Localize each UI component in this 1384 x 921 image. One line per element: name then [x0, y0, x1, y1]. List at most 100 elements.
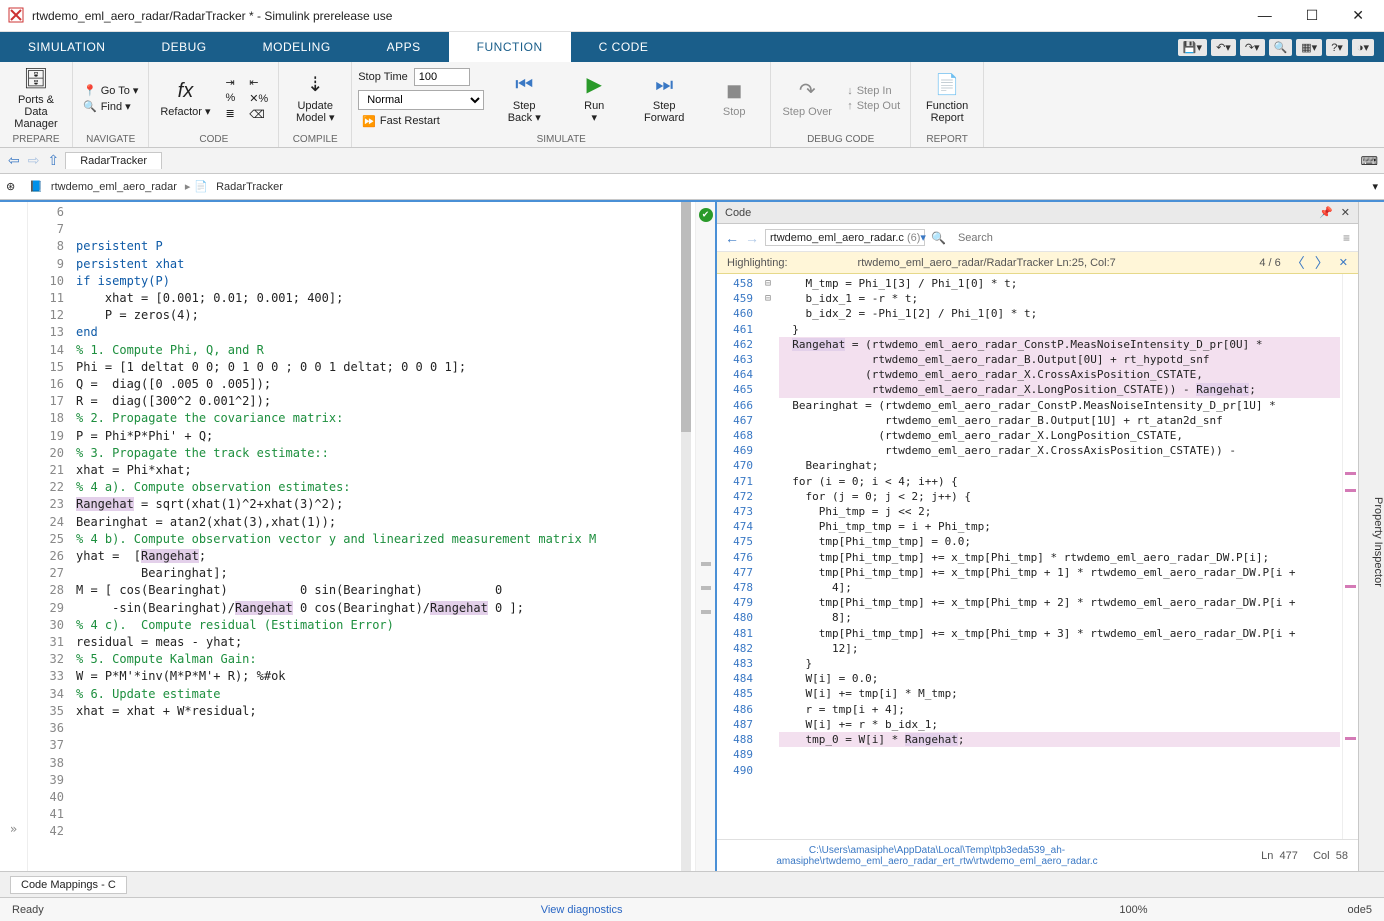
outdent-icon[interactable]: ⇤ [245, 75, 272, 90]
file-path[interactable]: C:\Users\amasiphe\AppData\Local\Temp\tpb… [727, 845, 1147, 867]
group-label: PREPARE [6, 132, 66, 145]
status-bar: Ready View diagnostics 100% ode5 [0, 897, 1384, 921]
uncomment-icon[interactable]: ✕% [245, 91, 272, 106]
dropdown-icon[interactable]: ▾ [1372, 180, 1378, 193]
highlight-path: rtwdemo_eml_aero_radar/RadarTracker Ln:2… [858, 257, 1116, 269]
code-mappings-tab[interactable]: Code Mappings - C [10, 876, 127, 894]
bottom-tab-bar: Code Mappings - C [0, 871, 1384, 897]
group-label: SIMULATE [358, 132, 764, 145]
close-button[interactable]: ✕ [1344, 7, 1372, 24]
prev-match-icon[interactable]: 〈 [1291, 253, 1305, 273]
breadcrumb-leaf[interactable]: RadarTracker [212, 181, 287, 193]
keyboard-icon[interactable]: ⌨ [1361, 154, 1378, 168]
file-picker[interactable]: rtwdemo_eml_aero_radar.c (6) ▾ [765, 229, 925, 246]
pin-icon[interactable]: 📌 [1319, 206, 1333, 219]
help-icon[interactable]: ?▾ [1326, 39, 1348, 56]
clean-icon[interactable]: ⌫ [245, 107, 272, 122]
menu-simulation[interactable]: SIMULATION [0, 32, 133, 62]
function-report-button[interactable]: 📄Function Report [917, 65, 977, 131]
favorites-icon[interactable]: ▦▾ [1296, 39, 1322, 56]
stoptime-input[interactable] [414, 68, 470, 86]
highlight-count: 4 / 6 [1259, 257, 1280, 269]
close-pane-icon[interactable]: ✕ [1341, 206, 1350, 219]
line-gutter: 6789101112131415161718192021222324252627… [28, 202, 72, 871]
model-browser-toggle-icon[interactable]: ⊛ [6, 180, 15, 193]
undo-icon[interactable]: ↶▾ [1211, 39, 1236, 56]
breadcrumb-root[interactable]: rtwdemo_eml_aero_radar [47, 181, 181, 193]
menu-apps[interactable]: APPS [359, 32, 449, 62]
update-model-button[interactable]: ⇣ Update Model ▾ [285, 65, 345, 131]
menu-debug[interactable]: DEBUG [133, 32, 234, 62]
next-match-icon[interactable]: 〉 [1315, 253, 1329, 273]
ports-data-manager-button[interactable]: 🗄 Ports & Data Manager [6, 65, 66, 131]
fast-restart-button[interactable]: ⏩ Fast Restart [358, 114, 484, 129]
menu-icon[interactable]: ≡ [1343, 231, 1350, 245]
code-body[interactable]: persistent Ppersistent xhatif isempty(P)… [72, 202, 695, 871]
file-footer: C:\Users\amasiphe\AppData\Local\Temp\tpb… [717, 839, 1358, 871]
format-icon[interactable]: ≣ [221, 106, 239, 121]
step-out-button[interactable]: ↑ Step Out [843, 99, 904, 113]
search-input[interactable] [952, 230, 1337, 246]
step-in-button[interactable]: ↓ Step In [843, 84, 904, 98]
nav-forward-icon[interactable]: ⇨ [26, 152, 42, 169]
pane-title: Code [725, 207, 751, 219]
workspace: » 67891011121314151617181920212223242526… [0, 200, 1384, 871]
code-back-icon[interactable]: ← [725, 230, 739, 246]
app-icon [8, 7, 26, 25]
view-diagnostics-link[interactable]: View diagnostics [44, 904, 1120, 916]
nav-up-icon[interactable]: ⇧ [45, 152, 61, 169]
matlab-editor-pane: » 67891011121314151617181920212223242526… [0, 202, 717, 871]
group-label: REPORT [917, 132, 977, 145]
find-button[interactable]: 🔍 Find ▾ [79, 99, 142, 114]
code-forward-icon[interactable]: → [745, 230, 759, 246]
minimap[interactable] [1342, 274, 1358, 839]
property-inspector-strip[interactable]: Property Inspector [1358, 202, 1384, 871]
solver[interactable]: ode5 [1348, 904, 1372, 916]
main-menu: SIMULATIONDEBUGMODELINGAPPSFUNCTIONC COD… [0, 32, 1384, 62]
fold-gutter[interactable]: ⊟⊟ [759, 274, 777, 839]
nav-back-icon[interactable]: ⇦ [6, 152, 22, 169]
block-icon: 📄 [194, 180, 208, 193]
window-controls: — ☐ ✕ [1250, 7, 1376, 24]
menu-function[interactable]: FUNCTION [449, 32, 571, 62]
redo-icon[interactable]: ↷▾ [1240, 39, 1265, 56]
comment-icon[interactable]: % [221, 91, 239, 105]
maximize-button[interactable]: ☐ [1298, 7, 1327, 24]
search-icon[interactable]: 🔍 [1269, 39, 1293, 56]
menu-c code[interactable]: C CODE [571, 32, 677, 62]
step-forward-button[interactable]: ⏭Step Forward [634, 65, 694, 131]
menu-modeling[interactable]: MODELING [235, 32, 359, 62]
simmode-select[interactable]: Normal [358, 90, 484, 110]
search-icon[interactable]: 🔍 [931, 231, 946, 245]
run-button[interactable]: ▶Run ▾ [564, 65, 624, 131]
goto-button[interactable]: 📍 Go To ▾ [79, 83, 142, 98]
expand-icon[interactable]: » [10, 822, 17, 836]
highlight-label: Highlighting: [727, 257, 788, 269]
ribbon: 🗄 Ports & Data Manager PREPARE 📍 Go To ▾… [0, 62, 1384, 148]
code-pane: Code 📌 ✕ ← → rtwdemo_eml_aero_radar.c (6… [717, 202, 1358, 871]
close-highlight-icon[interactable]: ✕ [1339, 256, 1348, 269]
group-label: COMPILE [285, 132, 345, 145]
highlight-bar: Highlighting: rtwdemo_eml_aero_radar/Rad… [717, 252, 1358, 274]
model-tab[interactable]: RadarTracker [65, 152, 162, 169]
refactor-button[interactable]: fx Refactor ▾ [155, 65, 215, 131]
window-title: rtwdemo_eml_aero_radar/RadarTracker * - … [32, 9, 1250, 23]
code-toolbar: ← → rtwdemo_eml_aero_radar.c (6) ▾ 🔍 ≡ [717, 224, 1358, 252]
group-label: CODE [155, 132, 272, 145]
indent-icon[interactable]: ⇥ [221, 75, 239, 90]
breadcrumb-bar: ⊛ 📘 rtwdemo_eml_aero_radar ▸ 📄 RadarTrac… [0, 174, 1384, 200]
quick-access: 💾▾ ↶▾ ↷▾ 🔍 ▦▾ ?▾ ◑▾ [1178, 32, 1384, 62]
stop-button[interactable]: ◼Stop [704, 65, 764, 131]
minimize-button[interactable]: — [1250, 7, 1280, 24]
editor-toolbar-strip: » [0, 202, 28, 871]
zoom-level[interactable]: 100% [1119, 904, 1147, 916]
step-over-button[interactable]: ↷Step Over [777, 65, 837, 131]
scrollbar[interactable] [681, 202, 691, 871]
code-body[interactable]: M_tmp = Phi_1[3] / Phi_1[0] * t; b_idx_1… [777, 274, 1342, 839]
layout-icon[interactable]: ◑▾ [1352, 39, 1374, 56]
group-label: DEBUG CODE [777, 132, 904, 145]
save-icon[interactable]: 💾▾ [1178, 39, 1207, 56]
model-icon: 📘 [29, 180, 43, 193]
step-back-button[interactable]: ⏮Step Back ▾ [494, 65, 554, 131]
ok-check-icon: ✔ [699, 208, 713, 222]
